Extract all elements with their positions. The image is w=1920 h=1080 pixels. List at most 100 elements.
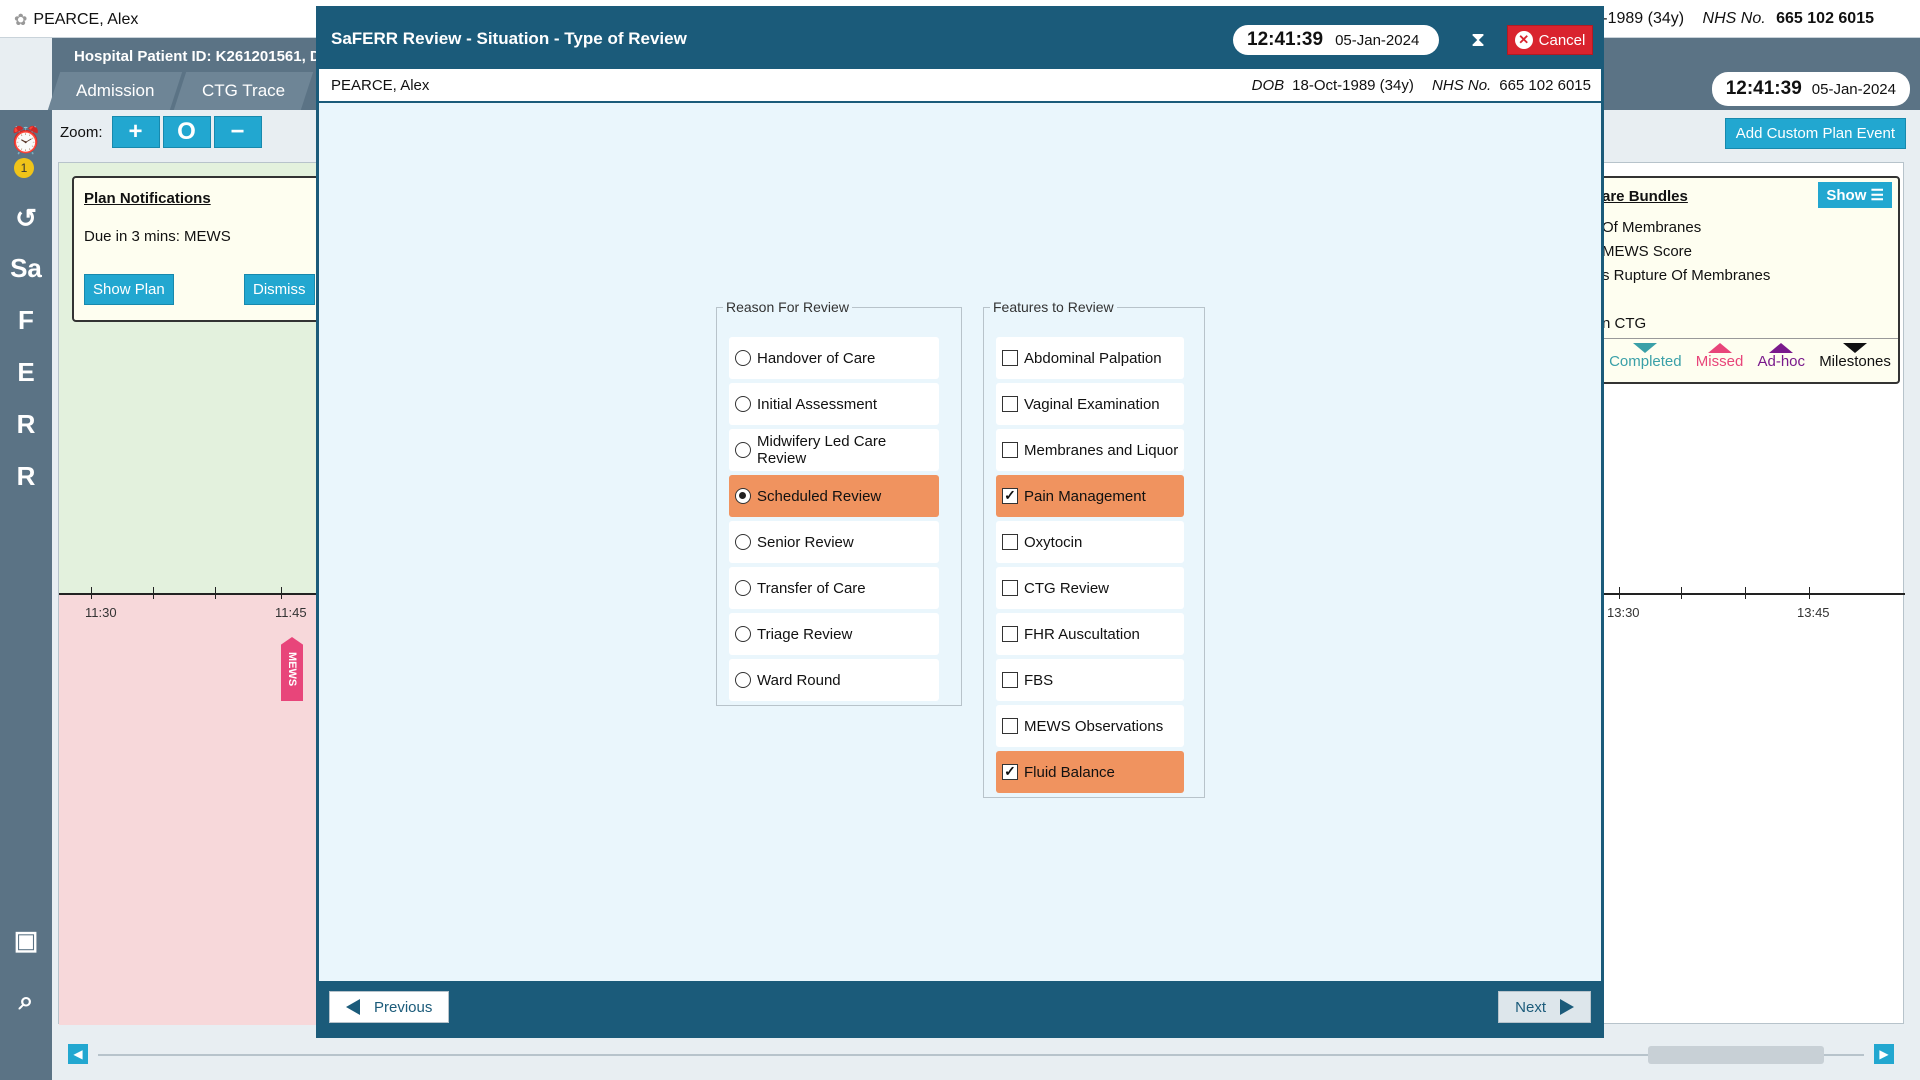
checkbox-checked[interactable]: ✓ — [1002, 764, 1018, 780]
radio-button[interactable] — [735, 626, 751, 642]
dialog-patient-name: PEARCE, Alex — [331, 77, 430, 94]
checkbox[interactable] — [1002, 580, 1018, 596]
radio-button[interactable] — [735, 396, 751, 412]
monitor-icon[interactable]: ▣ — [6, 920, 46, 960]
zoom-in-button[interactable]: + — [111, 116, 160, 148]
care-bundles-panel: are Bundles Show ☰ Of Membranes MEWS Sco… — [1600, 176, 1900, 384]
tab-admission[interactable]: Admission — [47, 72, 183, 110]
dialog-clock: 12:41:39 05-Jan-2024 — [1233, 25, 1439, 55]
search-icon[interactable]: ⌕ — [6, 980, 46, 1020]
tick — [1681, 587, 1682, 599]
show-plan-button[interactable]: Show Plan — [84, 274, 174, 305]
list-item: n CTG — [1602, 315, 1647, 332]
tick — [1619, 587, 1620, 599]
reason-option-scheduled-review[interactable]: Scheduled Review — [729, 475, 939, 517]
history-gauge-icon[interactable]: ↺ — [6, 198, 46, 238]
feature-option-fbs[interactable]: FBS — [996, 659, 1184, 701]
list-item: s Rupture Of Membranes — [1602, 267, 1771, 284]
feature-option-pain-management[interactable]: ✓ Pain Management — [996, 475, 1184, 517]
tick — [153, 587, 154, 599]
arrow-right-icon — [1560, 999, 1574, 1015]
dismiss-button[interactable]: Dismiss — [244, 274, 315, 305]
scroll-left-icon[interactable]: ◀ — [68, 1044, 88, 1064]
add-custom-plan-event-button[interactable]: Add Custom Plan Event — [1724, 118, 1906, 149]
radio-button[interactable] — [735, 350, 751, 366]
reason-option-triage-review[interactable]: Triage Review — [729, 613, 939, 655]
radio-button[interactable] — [735, 442, 751, 458]
time-label: 11:30 — [85, 605, 117, 620]
legend-milestones: Milestones — [1819, 343, 1891, 370]
scroll-right-icon[interactable]: ▶ — [1874, 1044, 1894, 1064]
reason-option-initial-assessment[interactable]: Initial Assessment — [729, 383, 939, 425]
rail-letter-f[interactable]: F — [6, 300, 46, 340]
notification-text: Due in 3 mins: MEWS — [84, 228, 231, 245]
next-button[interactable]: Next — [1498, 991, 1591, 1023]
reason-option-senior-review[interactable]: Senior Review — [729, 521, 939, 563]
saferr-review-dialog: SaFERR Review - Situation - Type of Revi… — [316, 6, 1604, 1038]
reason-option-handover[interactable]: Handover of Care — [729, 337, 939, 379]
feature-option-ctg-review[interactable]: CTG Review — [996, 567, 1184, 609]
rail-letter-r2[interactable]: R — [6, 456, 46, 496]
arrow-left-icon — [346, 999, 360, 1015]
features-to-review-group: Features to Review Abdominal Palpation V… — [983, 299, 1205, 798]
tick — [215, 587, 216, 599]
down-triangle-icon — [1633, 343, 1658, 353]
legend-missed: Missed — [1696, 343, 1743, 370]
reason-option-transfer-of-care[interactable]: Transfer of Care — [729, 567, 939, 609]
zoom-reset-button[interactable]: O — [162, 116, 211, 148]
checkbox-checked[interactable]: ✓ — [1002, 488, 1018, 504]
zoom-out-button[interactable]: − — [213, 116, 262, 148]
plan-notifications-title: Plan Notifications — [84, 190, 211, 207]
horizontal-scrollbar[interactable]: ◀ ▶ — [58, 1040, 1904, 1070]
tick — [91, 587, 92, 599]
tick — [1809, 587, 1810, 599]
list-item: MEWS Score — [1602, 243, 1693, 260]
cancel-button[interactable]: ✕ Cancel — [1507, 25, 1593, 55]
dialog-patient-bar: PEARCE, Alex DOB 18-Oct-1989 (34y) NHS No… — [319, 69, 1601, 103]
feature-option-vaginal-examination[interactable]: Vaginal Examination — [996, 383, 1184, 425]
rail-letter-sa[interactable]: Sa — [6, 248, 46, 288]
rail-letter-r1[interactable]: R — [6, 404, 46, 444]
checkbox[interactable] — [1002, 396, 1018, 412]
reason-option-ward-round[interactable]: Ward Round — [729, 659, 939, 701]
radio-button-selected[interactable] — [735, 488, 751, 504]
tick — [281, 587, 282, 599]
alarm-clock-icon[interactable]: ⏰ — [6, 120, 46, 160]
feature-option-abdominal-palpation[interactable]: Abdominal Palpation — [996, 337, 1184, 379]
checkbox[interactable] — [1002, 350, 1018, 366]
filter-icon[interactable]: ⧗ — [1465, 27, 1491, 53]
feature-option-fhr-auscultation[interactable]: FHR Auscultation — [996, 613, 1184, 655]
radio-button[interactable] — [735, 672, 751, 688]
feature-option-oxytocin[interactable]: Oxytocin — [996, 521, 1184, 563]
patient-name: ✿ PEARCE, Alex — [14, 11, 139, 29]
checkbox[interactable] — [1002, 534, 1018, 550]
checkbox[interactable] — [1002, 442, 1018, 458]
scroll-thumb[interactable] — [1648, 1046, 1824, 1064]
left-rail: ⏰ 1 ↺ Sa F E R R ▣ ⌕ — [0, 110, 52, 1080]
feature-option-fluid-balance[interactable]: ✓ Fluid Balance — [996, 751, 1184, 793]
notification-badge: 1 — [14, 158, 34, 178]
legend-adhoc: Ad-hoc — [1757, 343, 1805, 370]
checkbox[interactable] — [1002, 718, 1018, 734]
reason-option-midwifery-led[interactable]: Midwifery Led Care Review — [729, 429, 939, 471]
show-bundles-button[interactable]: Show ☰ — [1818, 182, 1892, 208]
bundle-list: Of Membranes MEWS Score s Rupture Of Mem… — [1602, 216, 1770, 336]
flower-icon: ✿ — [14, 12, 28, 29]
checkbox[interactable] — [1002, 626, 1018, 642]
reason-for-review-group: Reason For Review Handover of Care Initi… — [716, 299, 962, 706]
legend-completed: Completed — [1609, 343, 1682, 370]
dialog-footer: Previous Next — [319, 981, 1601, 1035]
radio-button[interactable] — [735, 534, 751, 550]
previous-button[interactable]: Previous — [329, 991, 450, 1023]
checkbox[interactable] — [1002, 672, 1018, 688]
hospital-patient-id: Hospital Patient ID: K261201561, De — [74, 48, 330, 65]
mews-event-tag[interactable]: MEWS — [281, 637, 303, 701]
header-clock: 12:41:39 05-Jan-2024 — [1711, 72, 1910, 106]
tab-ctg-trace[interactable]: CTG Trace — [174, 72, 314, 110]
radio-button[interactable] — [735, 580, 751, 596]
rail-letter-e[interactable]: E — [6, 352, 46, 392]
feature-option-mews-observations[interactable]: MEWS Observations — [996, 705, 1184, 747]
care-bundles-title: are Bundles — [1602, 188, 1688, 205]
scroll-track[interactable] — [98, 1054, 1864, 1056]
feature-option-membranes-liquor[interactable]: Membranes and Liquor — [996, 429, 1184, 471]
